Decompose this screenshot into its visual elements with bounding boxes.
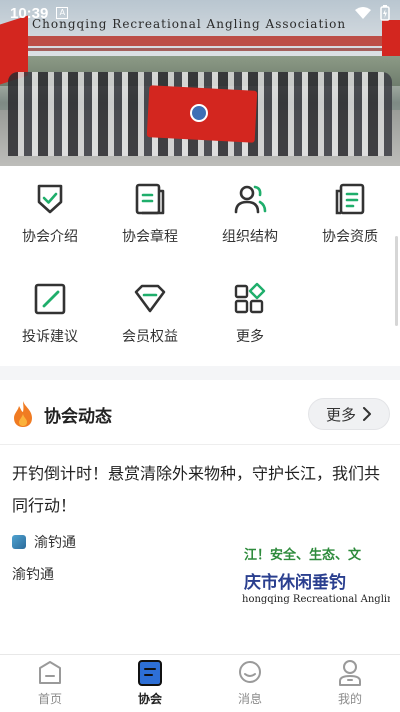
diamond-icon	[134, 284, 166, 313]
thumb-line-1: 江！安全、生态、文	[244, 548, 362, 563]
menu-item-organization[interactable]: 组织结构	[200, 166, 300, 256]
status-bar: 10:39 A	[0, 0, 400, 26]
status-right-icons	[354, 5, 390, 21]
nav-association[interactable]: 协会	[100, 655, 200, 712]
nav-profile[interactable]: 我的	[300, 655, 400, 712]
nav-label: 首页	[37, 692, 62, 706]
news-header: 协会动态 更多	[0, 380, 400, 444]
nav-label: 协会	[137, 692, 162, 706]
thumb-line-3: hongqing Recreational Angling A	[242, 594, 390, 605]
status-time: 10:39	[10, 4, 49, 22]
notification-icon: A	[56, 7, 69, 19]
menu-item-more[interactable]: 更多	[200, 266, 300, 356]
menu-item-intro[interactable]: 协会介绍	[0, 166, 100, 256]
scrollbar[interactable]	[395, 236, 398, 326]
nav-label: 消息	[237, 692, 262, 706]
article-title[interactable]: 开钓倒计时！悬赏清除外来物种，守护长江，我们共同行动！	[12, 458, 392, 522]
menu-item-label: 组织结构	[222, 229, 278, 245]
source-name: 渝钓通	[34, 535, 76, 551]
grid-more-icon	[234, 282, 266, 314]
article-source: 渝钓通	[12, 532, 76, 552]
article-author: 渝钓通	[12, 567, 54, 583]
source-logo-icon	[12, 535, 26, 549]
chevron-right-icon	[363, 407, 371, 421]
profile-icon	[339, 660, 361, 686]
association-icon	[138, 660, 162, 686]
hero-bridge-deck	[0, 48, 400, 51]
document-icon	[135, 183, 165, 215]
message-icon	[239, 661, 261, 683]
menu-item-benefits[interactable]: 会员权益	[100, 266, 200, 356]
menu-item-charter[interactable]: 协会章程	[100, 166, 200, 256]
news-card: 协会动态 更多 开钓倒计时！悬赏清除外来物种，守护长江，我们共同行动！ 渝钓通 …	[0, 380, 400, 654]
news-more-button[interactable]: 更多	[308, 398, 390, 430]
news-section-title: 协会动态	[44, 407, 112, 427]
menu-item-label: 会员权益	[122, 329, 178, 345]
nav-messages[interactable]: 消息	[200, 655, 300, 712]
people-icon	[234, 185, 267, 214]
divider	[0, 444, 400, 445]
shield-check-icon	[37, 184, 63, 214]
battery-icon	[380, 5, 390, 21]
wifi-icon	[355, 7, 371, 19]
article-thumbnail[interactable]: 江！安全、生态、文 庆市休闲垂钓 hongqing Recreational A…	[242, 538, 390, 618]
home-icon	[39, 661, 61, 684]
menu-item-label: 协会章程	[122, 229, 178, 245]
feature-menu: 协会介绍 协会章程 组织结构 协会资质 投诉建议 会员权益 更多	[0, 166, 400, 366]
menu-item-qualification[interactable]: 协会资质	[300, 166, 400, 256]
menu-item-label: 协会资质	[322, 229, 378, 245]
menu-item-label: 协会介绍	[22, 229, 78, 245]
thumb-line-2: 庆市休闲垂钓	[244, 573, 346, 593]
menu-item-complaint[interactable]: 投诉建议	[0, 266, 100, 356]
hero-banner-emblem	[190, 104, 208, 122]
menu-item-label: 更多	[236, 329, 264, 345]
menu-item-label: 投诉建议	[22, 329, 78, 345]
edit-icon	[34, 283, 66, 315]
nav-home[interactable]: 首页	[0, 655, 100, 712]
bottom-navigation: 首页 协会 消息 我的	[0, 654, 400, 712]
nav-label: 我的	[337, 692, 362, 706]
flame-icon	[14, 401, 32, 427]
hero-bridge	[0, 36, 400, 46]
more-button-label: 更多	[325, 405, 356, 424]
certificate-icon	[335, 183, 365, 215]
